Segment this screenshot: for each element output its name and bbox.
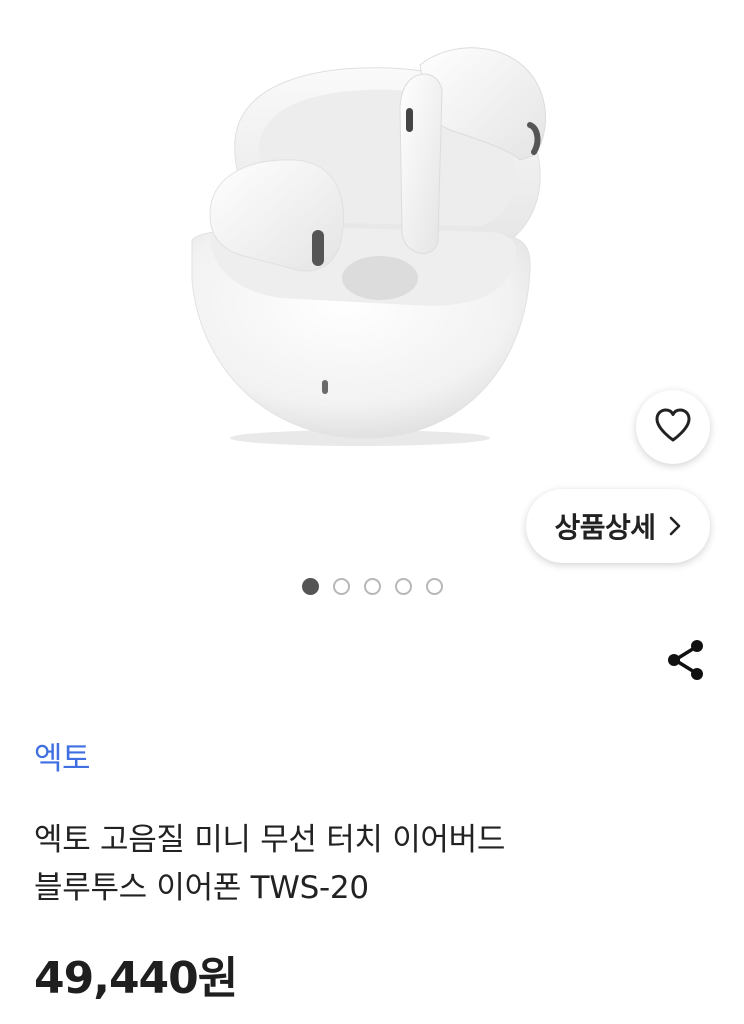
pager-dot-3[interactable] [363,577,381,595]
pager-dot-2[interactable] [332,577,350,595]
product-image-gallery[interactable]: 상품상세 [0,0,744,610]
share-icon [666,639,706,685]
pager-dot-4[interactable] [394,577,412,595]
pager-dot-1[interactable] [301,577,319,595]
product-image [191,47,546,446]
wish-button[interactable] [636,390,710,464]
product-detail-page: 상품상세 엑토 엑토 고음질 미니 무선 터치 이어버드 블루투스 이어폰 TW… [0,0,744,1024]
chevron-right-icon [668,515,682,537]
product-title-line-2: 블루투스 이어폰 TWS-20 [34,870,369,906]
brand-link[interactable]: 엑토 [34,733,91,778]
product-detail-button[interactable]: 상품상세 [526,489,710,563]
pager-dot-5[interactable] [425,577,443,595]
product-title-line-1: 엑토 고음질 미니 무선 터치 이어버드 [34,822,506,858]
heart-icon [653,407,693,447]
image-pager [0,574,744,598]
product-title: 엑토 고음질 미니 무선 터치 이어버드 블루투스 이어폰 TWS-20 [34,816,674,912]
product-detail-label: 상품상세 [554,511,656,544]
share-button[interactable] [664,640,708,684]
product-price: 49,440원 [34,953,238,1004]
